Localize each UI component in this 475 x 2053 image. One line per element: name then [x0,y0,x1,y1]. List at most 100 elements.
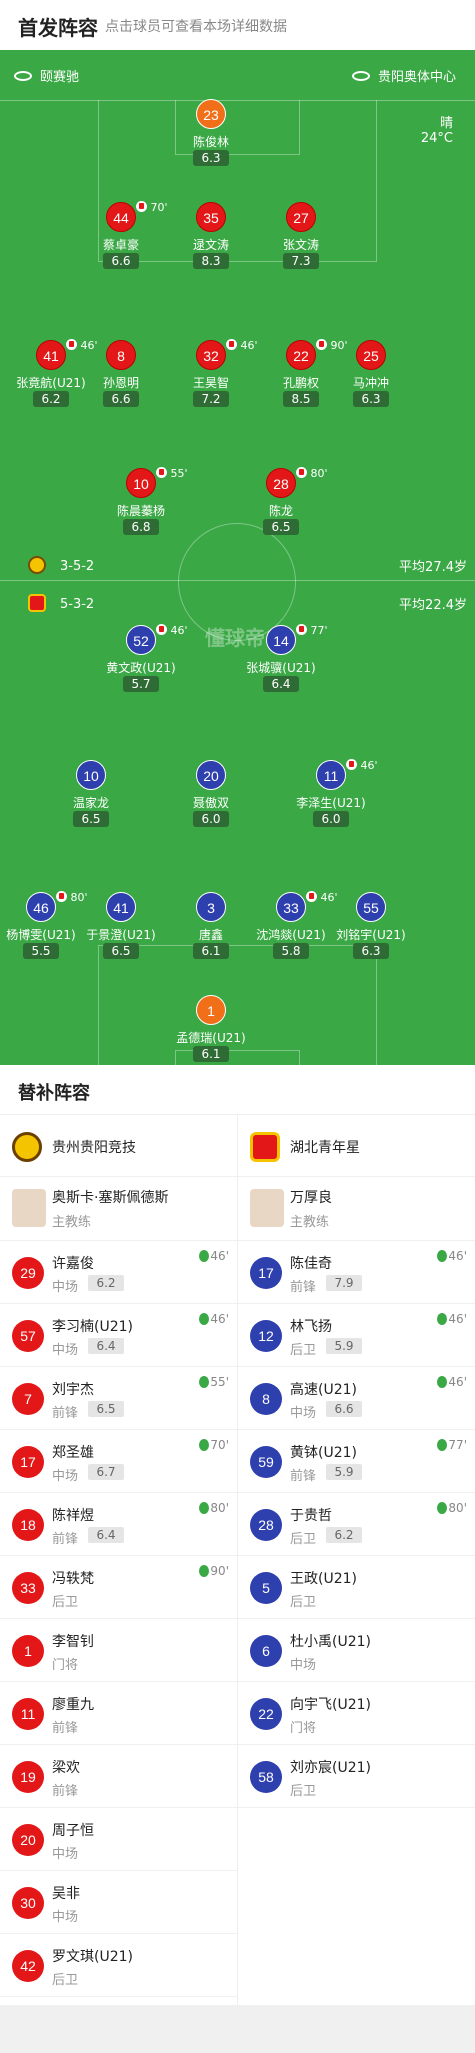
sub-player-row[interactable]: 17 郑圣雄 中场 6.7 70' [0,1430,237,1493]
sub-player-row[interactable]: 33 冯轶梵 后卫 90' [0,1556,237,1619]
sub-player-row[interactable]: 42 罗文琪(U21) 后卫 [0,1934,237,1997]
sub-in-icon [199,1250,210,1262]
player-number: 35 [196,202,226,232]
sub-player-row[interactable]: 17 陈佳奇 前锋 7.9 46' [238,1241,475,1304]
sub-in-icon [199,1313,210,1325]
sub-player-row[interactable]: 19 梁欢 前锋 [0,1745,237,1808]
sub-player-row[interactable]: 28 于贵哲 后卫 6.2 80' [238,1493,475,1556]
player-marker[interactable]: 10 55' 陈晨蓁杨 6.8 [86,467,196,548]
sub-position: 前锋 [290,1280,317,1295]
player-number: 10 [126,468,156,498]
sub-in-icon [437,1502,448,1514]
sub-player-row[interactable]: 18 陈祥煜 前锋 6.4 80' [0,1493,237,1556]
player-number: 27 [286,202,316,232]
sub-name: 李习楠(U21) [52,1319,133,1335]
sub-name: 郑圣雄 [52,1445,94,1461]
sub-minute: 55' [199,1375,229,1389]
sub-player-row[interactable]: 20 周子恒 中场 [0,1808,237,1871]
left-subs: 贵州贵阳竞技 奥斯卡·塞斯佩德斯 主教练 29 许嘉俊 中场 6.2 46' 57 李习楠(… [0,1115,237,1997]
sub-in-icon [199,1376,210,1388]
sub-number: 33 [12,1572,44,1604]
player-rating: 6.5 [73,811,109,827]
sub-player-row[interactable]: 5 王政(U21) 后卫 [238,1556,475,1619]
sub-in-icon [437,1376,448,1388]
sub-number: 7 [12,1383,44,1415]
player-marker[interactable]: 20 聂傲双 6.0 [156,760,266,840]
sub-player-row[interactable]: 58 刘亦宸(U21) 后卫 [238,1745,475,1808]
sub-player-row[interactable]: 59 黄钵(U21) 前锋 5.9 77' [238,1430,475,1493]
substitution-icon [296,624,307,635]
player-marker[interactable]: 23 陈俊林 6.3 [156,99,266,179]
sub-number: 6 [250,1635,282,1667]
sub-name: 刘宇杰 [52,1382,94,1398]
player-rating: 5.7 [123,676,159,692]
player-marker[interactable]: 11 46' 李泽生(U21) 6.0 [276,759,386,840]
sub-player-row[interactable]: 6 杜小禹(U21) 中场 [238,1619,475,1682]
player-rating: 6.0 [193,811,229,827]
player-marker[interactable]: 25 马冲冲 6.3 [316,340,426,420]
player-number: 20 [196,760,226,790]
subs-title: 替补阵容 [18,1083,90,1104]
sub-name: 向宇飞(U21) [290,1697,371,1713]
hbqnx-logo-icon [250,1132,280,1162]
sub-name: 李智钊 [52,1634,94,1650]
substitution-icon [226,339,237,350]
player-marker[interactable]: 27 张文涛 7.3 [246,202,356,282]
sub-name: 高速(U21) [290,1382,357,1398]
left-coach[interactable]: 奥斯卡·塞斯佩德斯 主教练 [0,1177,237,1241]
player-marker[interactable]: 1 孟德瑞(U21) 6.1 [156,995,266,1065]
sub-player-row[interactable]: 8 高速(U21) 中场 6.6 46' [238,1367,475,1430]
sub-player-row[interactable]: 7 刘宇杰 前锋 6.5 55' [0,1367,237,1430]
sub-player-row[interactable]: 12 林飞扬 后卫 5.9 46' [238,1304,475,1367]
player-marker[interactable]: 14 77' 张城骥(U21) 6.4 [226,624,336,705]
sub-player-row[interactable]: 1 李智钊 门将 [0,1619,237,1682]
sub-player-row[interactable]: 29 许嘉俊 中场 6.2 46' [0,1241,237,1304]
player-marker[interactable]: 55 刘铭宇(U21) 6.3 [316,892,426,972]
sub-in-icon [437,1313,448,1325]
substitution-icon [156,467,167,478]
right-coach[interactable]: 万厚良 主教练 [238,1177,475,1241]
coach-avatar [12,1189,46,1227]
sub-position: 中场 [290,1658,317,1673]
player-name: 马冲冲 [352,376,389,390]
player-marker[interactable]: 52 46' 黄文政(U21) 5.7 [86,624,196,705]
sub-indicator: 55' [156,467,188,480]
sub-position: 中场 [52,1469,79,1484]
sub-position: 后卫 [290,1595,317,1610]
player-marker[interactable]: 10 温家龙 6.5 [36,760,146,840]
sub-in-icon [199,1502,210,1514]
player-name: 陈俊林 [192,135,229,149]
sub-number: 18 [12,1509,44,1541]
player-marker[interactable]: 28 80' 陈龙 6.5 [226,467,336,548]
right-team[interactable]: 湖北青年星 [238,1115,475,1177]
subs-columns: 贵州贵阳竞技 奥斯卡·塞斯佩德斯 主教练 29 许嘉俊 中场 6.2 46' 57 李习楠(… [0,1115,475,2005]
player-number: 32 [196,340,226,370]
sub-name: 罗文琪(U21) [52,1949,133,1965]
sub-name: 廖重九 [52,1697,94,1713]
sub-player-row[interactable]: 22 向宇飞(U21) 门将 [238,1682,475,1745]
sub-position: 中场 [52,1280,79,1295]
sub-rating: 5.9 [326,1464,362,1480]
sub-number: 30 [12,1887,44,1919]
player-number: 44 [106,202,136,232]
player-number: 28 [266,468,296,498]
player-rating: 6.3 [193,150,229,166]
left-team[interactable]: 贵州贵阳竞技 [0,1115,237,1177]
player-rating: 8.5 [283,391,319,407]
sub-in-icon [199,1439,210,1451]
player-rating: 6.1 [193,943,229,959]
player-number: 1 [196,995,226,1025]
sub-indicator: 46' [346,759,378,772]
sub-number: 29 [12,1257,44,1289]
sub-player-row[interactable]: 11 廖重九 前锋 [0,1682,237,1745]
substitution-icon [346,759,357,770]
sub-minute: 46' [199,1312,229,1326]
player-rating: 6.5 [103,943,139,959]
gzgy-logo-icon [12,1132,42,1162]
substitution-icon [136,201,147,212]
sub-position: 后卫 [290,1343,317,1358]
sub-player-row[interactable]: 57 李习楠(U21) 中场 6.4 46' [0,1304,237,1367]
sub-name: 冯轶梵 [52,1571,94,1587]
sub-player-row[interactable]: 30 吴非 中场 [0,1871,237,1934]
sub-number: 11 [12,1698,44,1730]
